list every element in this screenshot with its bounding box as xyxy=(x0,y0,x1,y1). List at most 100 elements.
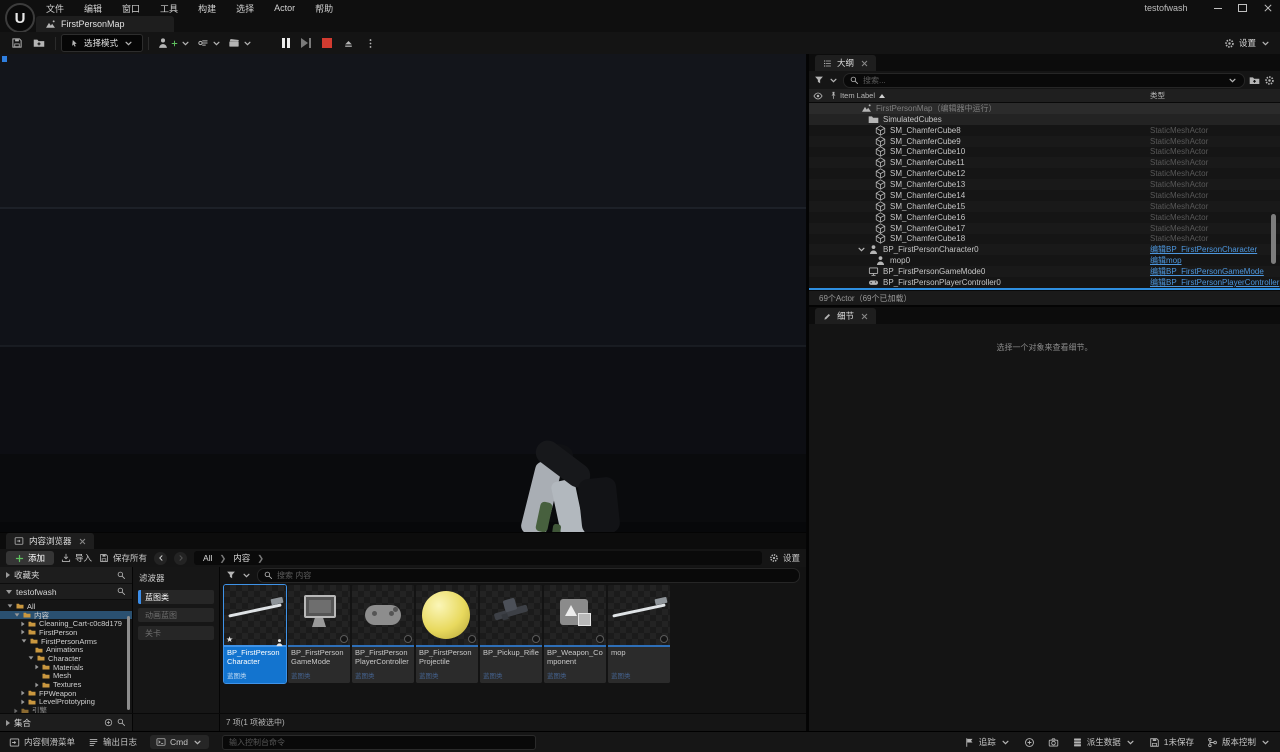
filter-chip[interactable]: 蓝图类 xyxy=(138,590,214,604)
breadcrumb-root[interactable]: All xyxy=(203,553,212,563)
outliner-row[interactable]: SM_ChamferCube18 StaticMeshActor xyxy=(809,234,1280,245)
console-command-input[interactable] xyxy=(229,738,529,747)
folder-tree-item[interactable]: Mesh xyxy=(0,672,132,681)
outliner-row[interactable]: BP_FirstPersonGameMode0 编辑BP_FirstPerson… xyxy=(809,266,1280,277)
eject-button[interactable] xyxy=(343,38,354,49)
outliner-edit-link[interactable]: 编辑mop xyxy=(1150,256,1182,265)
breadcrumb-current[interactable]: 内容 xyxy=(233,552,250,564)
outliner-row[interactable]: SM_ChamferCube9 StaticMeshActor xyxy=(809,136,1280,147)
menu-item[interactable]: 构建 xyxy=(188,2,226,15)
outliner-row[interactable]: SimulatedCubes xyxy=(809,114,1280,125)
add-collection-icon[interactable] xyxy=(104,718,113,727)
search-icon[interactable] xyxy=(117,718,126,727)
play-options-button[interactable] xyxy=(365,38,376,49)
close-icon[interactable] xyxy=(861,60,868,67)
outliner-row[interactable]: BP_FirstPersonPlayerController0 编辑BP_Fir… xyxy=(809,277,1280,288)
browse-content-button[interactable] xyxy=(28,34,50,52)
level-tab[interactable]: FirstPersonMap xyxy=(36,16,174,32)
asset-tile[interactable]: mop 蓝图类 xyxy=(608,585,670,683)
tab-content-browser[interactable]: 内容浏览器 xyxy=(6,533,94,549)
item-label-column-header[interactable]: Item Label xyxy=(840,91,885,100)
folder-tree-item[interactable]: LevelPrototyping xyxy=(0,698,132,707)
collections-header[interactable]: 集合 xyxy=(0,714,133,731)
outliner-row[interactable]: SM_ChamferCube16 StaticMeshActor xyxy=(809,212,1280,223)
asset-tile[interactable]: BP_Pickup_Rifle 蓝图类 xyxy=(480,585,542,683)
output-log-button[interactable]: 输出日志 xyxy=(88,736,137,748)
menu-item[interactable]: 工具 xyxy=(150,2,188,15)
outliner-row[interactable]: SM_ChamferCube12 StaticMeshActor xyxy=(809,168,1280,179)
outliner-row[interactable]: mop0 编辑mop xyxy=(809,255,1280,266)
add-actor-button[interactable] xyxy=(157,37,191,49)
trace-dropdown[interactable]: 追踪 xyxy=(964,736,1011,748)
filter-chip[interactable]: 动画蓝图 xyxy=(138,608,214,622)
folder-tree-item[interactable]: All xyxy=(0,602,132,611)
viewport-3d[interactable] xyxy=(0,54,806,532)
folder-tree-item[interactable]: Animations xyxy=(0,645,132,654)
pause-button[interactable] xyxy=(282,38,290,48)
project-header[interactable]: testofwash xyxy=(0,584,132,600)
tab-details[interactable]: 细节 xyxy=(815,308,876,324)
add-button[interactable]: 添加 xyxy=(6,551,54,565)
chevron-down-icon[interactable] xyxy=(828,75,839,86)
folder-tree-item[interactable]: FirstPerson xyxy=(0,628,132,637)
settings-dropdown[interactable]: 设置 xyxy=(1224,37,1280,49)
outliner-edit-link[interactable]: 编辑BP_FirstPersonGameMode xyxy=(1150,267,1264,276)
outliner-row[interactable]: FirstPersonMap（编辑器中运行） xyxy=(809,103,1280,114)
filter-chip[interactable]: 关卡 xyxy=(138,626,214,640)
chevron-down-icon[interactable] xyxy=(1227,75,1238,86)
search-icon[interactable] xyxy=(117,587,126,596)
import-button[interactable]: 导入 xyxy=(61,552,92,564)
blueprints-button[interactable] xyxy=(197,37,222,49)
revision-control-dropdown[interactable]: 版本控制 xyxy=(1207,736,1271,748)
menu-item[interactable]: Actor xyxy=(264,3,305,13)
close-icon[interactable] xyxy=(861,313,868,320)
close-button[interactable] xyxy=(1255,0,1280,16)
outliner-row[interactable]: SM_ChamferCube15 StaticMeshActor xyxy=(809,201,1280,212)
outliner-row[interactable]: SM_ChamferCube10 StaticMeshActor xyxy=(809,147,1280,158)
folder-tree-item[interactable]: 内容 xyxy=(0,611,132,620)
maximize-button[interactable] xyxy=(1230,0,1255,16)
content-browser-settings-button[interactable]: 设置 xyxy=(769,552,800,564)
cinematics-button[interactable] xyxy=(228,37,253,49)
folder-tree-item[interactable]: Character xyxy=(0,654,132,663)
folder-tree-item[interactable]: FirstPersonArms xyxy=(0,637,132,646)
type-column-header[interactable]: 类型 xyxy=(1150,90,1165,101)
cmd-dropdown[interactable]: Cmd xyxy=(150,735,209,749)
outliner-scrollbar[interactable] xyxy=(1271,214,1276,264)
tab-outliner[interactable]: 大纲 xyxy=(815,55,876,71)
pin-column-header[interactable] xyxy=(826,91,840,100)
folder-tree-item[interactable]: FPWeapon xyxy=(0,689,132,698)
menu-item[interactable]: 选择 xyxy=(226,2,264,15)
asset-search-input[interactable] xyxy=(277,571,793,580)
outliner-row[interactable]: BP_FirstPersonCharacter0 编辑BP_FirstPerso… xyxy=(809,244,1280,255)
folder-tree-item[interactable]: Materials xyxy=(0,663,132,672)
folder-tree-item[interactable]: Textures xyxy=(0,680,132,689)
content-drawer-button[interactable]: 内容侧滑菜单 xyxy=(9,736,75,748)
screenshot-button[interactable] xyxy=(1048,737,1059,748)
outliner-search-box[interactable] xyxy=(843,73,1245,88)
expand-arrow-icon[interactable] xyxy=(856,244,867,255)
search-icon[interactable] xyxy=(117,571,126,580)
folder-tree-item[interactable]: Cleaning_Cart-c0c8d179 xyxy=(0,619,132,628)
outliner-row[interactable]: SM_ChamferCube14 StaticMeshActor xyxy=(809,190,1280,201)
gear-icon[interactable] xyxy=(1264,75,1275,86)
outliner-row[interactable]: SM_ChamferCube13 StaticMeshActor xyxy=(809,179,1280,190)
menu-item[interactable]: 编辑 xyxy=(74,2,112,15)
outliner-edit-link[interactable]: 编辑BP_FirstPersonPlayerController xyxy=(1150,278,1279,287)
minimize-button[interactable] xyxy=(1205,0,1230,16)
asset-tile[interactable]: BP_FirstPersonPlayerController 蓝图类 xyxy=(352,585,414,683)
menu-item[interactable]: 文件 xyxy=(36,2,74,15)
forward-button[interactable] xyxy=(174,552,187,565)
menu-item[interactable]: 帮助 xyxy=(305,2,343,15)
asset-search-box[interactable] xyxy=(257,568,800,583)
favorites-header[interactable]: 收藏夹 xyxy=(0,567,132,584)
tree-scrollbar[interactable] xyxy=(127,616,130,710)
outliner-row[interactable]: SM_ChamferCube11 StaticMeshActor xyxy=(809,157,1280,168)
menu-item[interactable]: 窗口 xyxy=(112,2,150,15)
select-mode-dropdown[interactable]: 选择模式 xyxy=(61,34,143,52)
asset-tile[interactable]: BP_FirstPersonProjectile 蓝图类 xyxy=(416,585,478,683)
outliner-row[interactable]: SM_ChamferCube17 StaticMeshActor xyxy=(809,223,1280,234)
console-command-box[interactable] xyxy=(222,735,536,750)
outliner-search-input[interactable] xyxy=(863,76,1223,85)
derived-data-dropdown[interactable]: 派生数据 xyxy=(1072,736,1136,748)
